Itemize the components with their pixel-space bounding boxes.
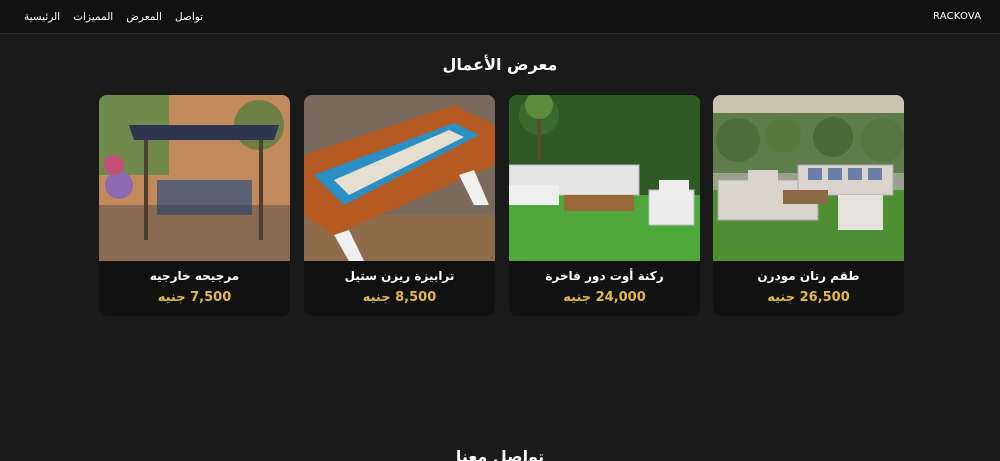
product-price: 26,500 جنيه (767, 290, 850, 305)
resin-table-image (304, 95, 495, 261)
product-price: 7,500 جنيه (157, 290, 232, 305)
product-name: طقم رتان مودرن (757, 269, 860, 283)
brand-logo[interactable]: RACKOVA (933, 0, 981, 34)
nav-link-home[interactable]: الرئيسية (24, 11, 60, 23)
product-card[interactable]: ترابيزة ريزن ستيل 8,500 جنيه (304, 95, 495, 316)
product-name: ترابيزة ريزن ستيل (344, 269, 455, 283)
nav-link-features[interactable]: المميزات (73, 11, 113, 23)
nav-links: الرئيسية المميزات المعرض تواصل (24, 0, 203, 34)
product-price: 8,500 جنيه (362, 290, 437, 305)
gallery-title: معرض الأعمال (442, 55, 558, 74)
rattan-sofa-image (713, 95, 904, 261)
nav-link-gallery[interactable]: المعرض (126, 11, 162, 23)
product-name: ركنة أوت دور فاخرة (545, 269, 664, 283)
gallery-grid: طقم رتان مودرن 26,500 جنيه ركنة أوت دور … (99, 95, 905, 316)
corner-sofa-image (509, 95, 700, 261)
product-name: مرجيحه خارجيه (149, 269, 240, 283)
product-card[interactable]: مرجيحه خارجيه 7,500 جنيه (99, 95, 290, 316)
nav-link-contact[interactable]: تواصل (175, 11, 203, 23)
product-card[interactable]: طقم رتان مودرن 26,500 جنيه (713, 95, 904, 316)
contact-title: تواصل معنا (455, 447, 545, 461)
product-card[interactable]: ركنة أوت دور فاخرة 24,000 جنيه (509, 95, 700, 316)
swing-image (99, 95, 290, 261)
product-price: 24,000 جنيه (563, 290, 646, 305)
top-navbar: RACKOVA الرئيسية المميزات المعرض تواصل (0, 0, 1000, 34)
